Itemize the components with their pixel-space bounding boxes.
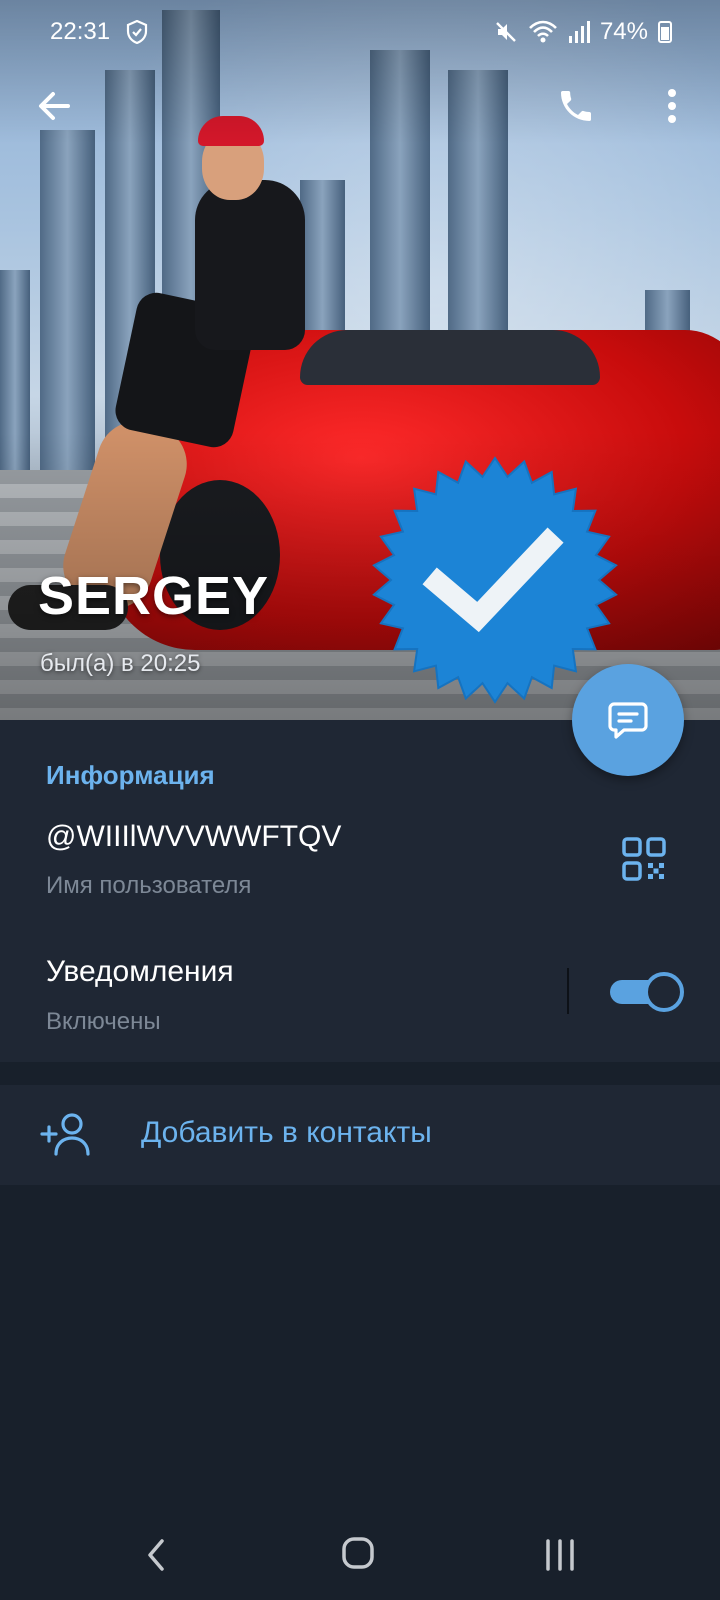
- toggle-knob: [644, 972, 684, 1012]
- info-section-title: Информация: [46, 760, 215, 790]
- nav-recent-apps-icon[interactable]: [540, 1535, 580, 1575]
- shield-icon: [126, 20, 148, 44]
- send-message-button[interactable]: [572, 664, 684, 776]
- username-label: Имя пользователя: [46, 872, 252, 899]
- add-user-icon: [40, 1113, 90, 1156]
- username-value[interactable]: @WIIIlWVVWWFTQV: [46, 820, 341, 854]
- battery-icon: [658, 21, 672, 43]
- divider: [567, 968, 569, 1014]
- signal-icon: [568, 21, 590, 43]
- verified-badge-icon: [372, 456, 618, 704]
- wifi-icon: [529, 20, 557, 43]
- profile-name: SERGEY: [38, 566, 270, 626]
- phone-icon: [561, 91, 591, 121]
- mute-icon: [496, 22, 516, 42]
- status-bar: 22:31 74%: [0, 0, 720, 62]
- qr-code-icon[interactable]: [620, 835, 668, 883]
- more-vertical-icon: [668, 89, 676, 123]
- add-contact-label[interactable]: Добавить в контакты: [141, 1116, 432, 1150]
- call-button[interactable]: [552, 82, 600, 130]
- status-indicators: 74%: [494, 18, 672, 46]
- notifications-title[interactable]: Уведомления: [46, 955, 234, 989]
- nav-back-icon[interactable]: [138, 1535, 178, 1575]
- status-time: 22:31: [50, 18, 111, 45]
- last-seen-status: был(а) в 20:25: [40, 650, 201, 677]
- notifications-state: Включены: [46, 1008, 161, 1035]
- nav-home-icon[interactable]: [338, 1533, 378, 1573]
- notifications-toggle[interactable]: [610, 972, 684, 1012]
- message-icon: [608, 702, 648, 739]
- profile-screen: 22:31 74% SERGEY был(а) в 20:25 Информац…: [0, 0, 720, 1600]
- more-options-button[interactable]: [648, 82, 696, 130]
- arrow-left-icon: [39, 92, 70, 120]
- back-button[interactable]: [30, 82, 78, 130]
- battery-percent: 74%: [599, 18, 648, 45]
